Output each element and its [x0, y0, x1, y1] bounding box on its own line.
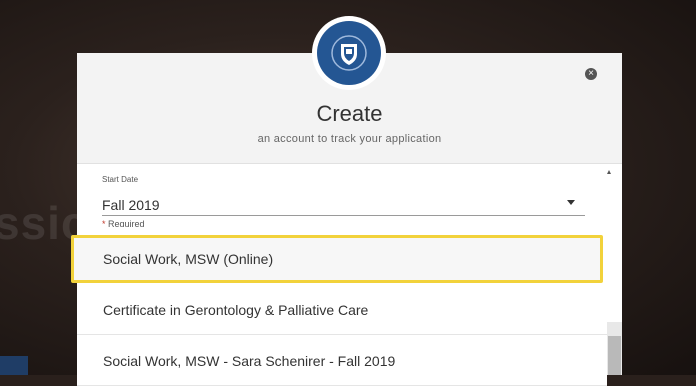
required-note: * Required	[102, 219, 145, 227]
create-account-modal: × Create an account to track your applic…	[71, 16, 622, 386]
program-option[interactable]: Social Work, MSW (Online)	[71, 235, 603, 283]
shield-crest-icon	[312, 16, 386, 90]
close-icon[interactable]: ×	[585, 68, 597, 80]
modal-subtitle: an account to track your application	[257, 133, 442, 145]
scroll-up-icon[interactable]	[607, 170, 611, 174]
modal-title: Create	[316, 101, 383, 126]
required-text: Required	[108, 219, 145, 227]
required-marker: *	[102, 219, 106, 227]
field-underline	[102, 215, 585, 216]
program-option[interactable]: Social Work, MSW - Sara Schenirer - Fall…	[77, 336, 607, 386]
chevron-down-icon[interactable]	[567, 200, 575, 205]
scrollbar-thumb[interactable]	[608, 336, 621, 375]
program-option[interactable]: Certificate in Gerontology & Palliative …	[77, 285, 607, 335]
corner-badge	[0, 356, 28, 375]
start-date-label: Start Date	[102, 175, 139, 184]
logo-badge	[317, 21, 381, 85]
application-form: Start Date Fall 2019 * Required Social W…	[71, 164, 622, 386]
start-date-select[interactable]: Fall 2019	[102, 197, 160, 213]
shield-icon	[331, 35, 367, 71]
